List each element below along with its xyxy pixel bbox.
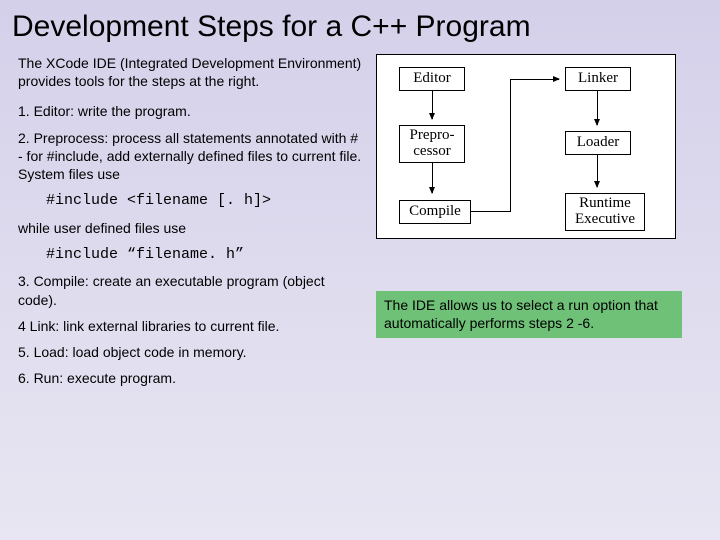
arrow-compile-h	[471, 211, 511, 212]
intro-text: The XCode IDE (Integrated Development En…	[18, 54, 366, 90]
box-compile: Compile	[399, 200, 471, 224]
code-system-include: #include <filename [. h]>	[46, 191, 366, 211]
box-linker: Linker	[565, 67, 631, 91]
step-1: 1. Editor: write the program.	[18, 102, 366, 120]
box-preprocessor: Prepro- cessor	[399, 125, 465, 163]
right-column: Editor Linker Prepro- cessor Loader Comp…	[376, 54, 686, 395]
flow-diagram: Editor Linker Prepro- cessor Loader Comp…	[376, 54, 676, 239]
box-runtime: Runtime Executive	[565, 193, 645, 231]
step-5: 5. Load: load object code in memory.	[18, 343, 366, 361]
arrow-editor-preprocessor	[432, 91, 433, 119]
arrow-loader-runtime	[597, 155, 598, 187]
user-defined-text: while user defined files use	[18, 219, 366, 237]
content-area: The XCode IDE (Integrated Development En…	[0, 54, 720, 395]
arrow-compile-v	[510, 79, 511, 211]
step-2: 2. Preprocess: process all statements an…	[18, 129, 366, 184]
step-6: 6. Run: execute program.	[18, 369, 366, 387]
code-user-include: #include “filename. h”	[46, 245, 366, 265]
step-4: 4 Link: link external libraries to curre…	[18, 317, 366, 335]
slide-title: Development Steps for a C++ Program	[0, 0, 720, 54]
left-column: The XCode IDE (Integrated Development En…	[18, 54, 366, 395]
arrow-linker-loader	[597, 91, 598, 125]
ide-note: The IDE allows us to select a run option…	[376, 291, 682, 338]
box-editor: Editor	[399, 67, 465, 91]
box-loader: Loader	[565, 131, 631, 155]
arrow-preprocessor-compile	[432, 163, 433, 193]
step-3: 3. Compile: create an executable program…	[18, 272, 366, 308]
arrow-compile-linker	[510, 79, 559, 80]
